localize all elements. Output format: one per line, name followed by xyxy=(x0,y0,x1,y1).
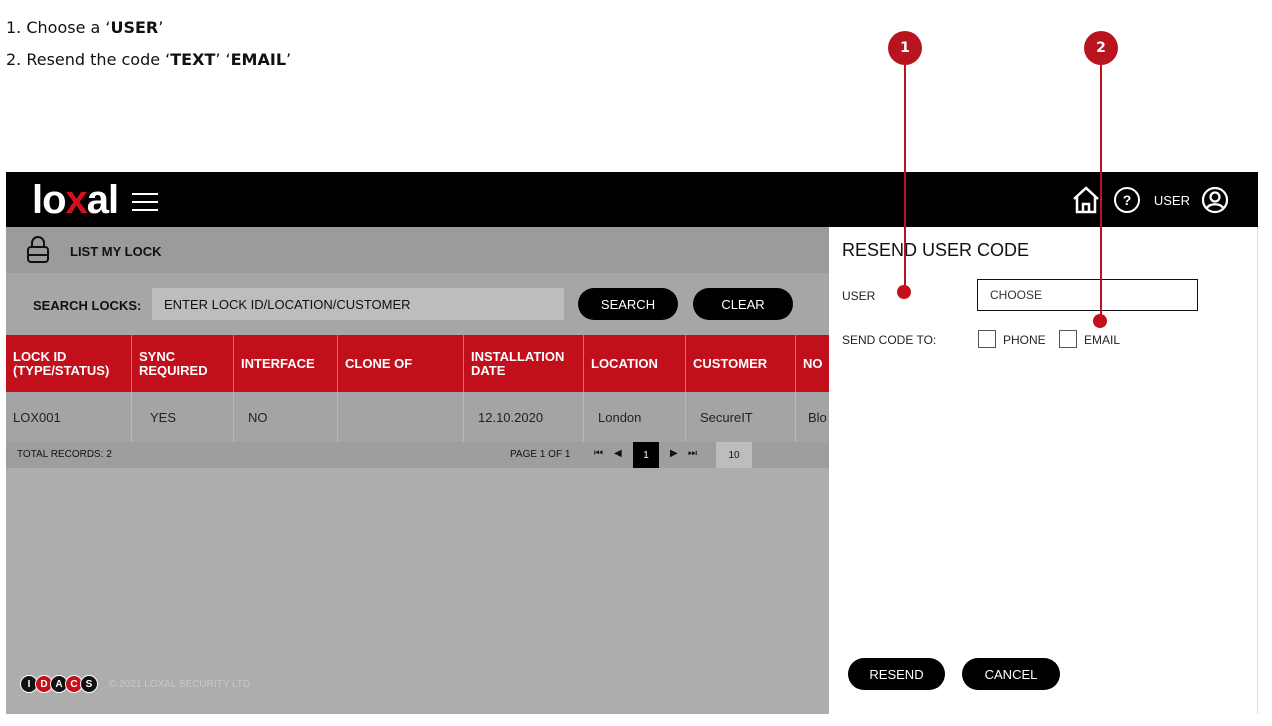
cancel-button[interactable]: CANCEL xyxy=(962,658,1060,690)
cell-notes: Blo xyxy=(808,409,827,425)
user-icon[interactable] xyxy=(1200,185,1230,215)
user-select[interactable] xyxy=(977,279,1198,311)
cell-clone-of xyxy=(338,392,464,442)
top-bar: loxal ? USER xyxy=(6,172,1258,227)
page-of: PAGE 1 OF 1 xyxy=(510,449,571,460)
cell-interface: NO xyxy=(234,392,338,442)
last-page-icon[interactable]: ⏭ xyxy=(688,448,697,459)
home-icon[interactable] xyxy=(1070,184,1102,216)
footer: I D A C S © 2021 LOXAL SECURITY LTD xyxy=(20,675,250,693)
column-installation-date[interactable]: INSTALLATION DATE xyxy=(464,335,584,392)
svg-text:?: ? xyxy=(1123,192,1132,208)
lock-icon xyxy=(27,236,49,263)
instruction-1: 1. Choose a ‘USER’ xyxy=(6,18,164,37)
column-notes[interactable]: NO xyxy=(796,335,829,392)
current-page[interactable]: 1 xyxy=(633,442,659,468)
search-button[interactable]: SEARCH xyxy=(578,288,678,320)
app-window: loxal ? USER LIST MY LOCK SEARCH LOCKS: … xyxy=(6,172,1258,714)
cell-lock-id: LOX001 xyxy=(6,392,132,442)
column-location[interactable]: LOCATION xyxy=(584,335,686,392)
column-lock-id[interactable]: LOCK ID (TYPE/STATUS) xyxy=(6,335,132,392)
help-icon[interactable]: ? xyxy=(1112,185,1142,215)
callout-line-1 xyxy=(904,64,906,292)
prev-page-icon[interactable]: ◀ xyxy=(614,448,622,459)
send-code-label: SEND CODE TO: xyxy=(842,333,937,347)
list-title: LIST MY LOCK xyxy=(70,244,162,259)
callout-line-2 xyxy=(1100,64,1102,319)
search-label: SEARCH LOCKS: xyxy=(33,298,142,313)
callout-marker-1: 1 xyxy=(888,31,922,65)
table-header: LOCK ID (TYPE/STATUS) SYNC REQUIRED INTE… xyxy=(6,335,829,392)
page-size[interactable]: 10 xyxy=(716,442,752,468)
top-icons: ? USER xyxy=(1070,184,1230,216)
menu-icon[interactable] xyxy=(132,193,158,211)
first-page-icon[interactable]: ⏮ xyxy=(594,448,603,459)
instruction-2: 2. Resend the code ‘TEXT’ ‘EMAIL’ xyxy=(6,50,292,69)
resend-code-panel: RESEND USER CODE USER SEND CODE TO: PHON… xyxy=(829,227,1258,714)
resend-button[interactable]: RESEND xyxy=(848,658,945,690)
callout-dot-2 xyxy=(1093,314,1107,328)
copyright: © 2021 LOXAL SECURITY LTD xyxy=(109,678,251,690)
email-label: EMAIL xyxy=(1084,333,1121,347)
lock-list-area: LIST MY LOCK SEARCH LOCKS: SEARCH CLEAR … xyxy=(6,227,829,714)
cell-customer: SecureIT xyxy=(686,392,796,442)
column-customer[interactable]: CUSTOMER xyxy=(686,335,796,392)
cell-location: London xyxy=(584,392,686,442)
column-sync-required[interactable]: SYNC REQUIRED xyxy=(132,335,234,392)
total-records: TOTAL RECORDS: 2 xyxy=(17,449,112,460)
idacs-logo: I D A C S xyxy=(20,675,98,693)
phone-checkbox[interactable] xyxy=(978,330,996,348)
column-interface[interactable]: INTERFACE xyxy=(234,335,338,392)
search-row: SEARCH LOCKS: SEARCH CLEAR xyxy=(6,273,829,335)
callout-dot-1 xyxy=(897,285,911,299)
cell-sync-required: YES xyxy=(132,392,234,442)
clear-button[interactable]: CLEAR xyxy=(693,288,793,320)
cell-installation-date: 12.10.2020 xyxy=(464,392,584,442)
panel-title: RESEND USER CODE xyxy=(842,240,1030,260)
instructions: 1. Choose a ‘USER’ 2. Resend the code ‘T… xyxy=(6,14,291,78)
pager: TOTAL RECORDS: 2 PAGE 1 OF 1 ⏮ ◀ 1 ▶ ⏭ 1… xyxy=(6,442,829,468)
phone-label: PHONE xyxy=(1003,333,1046,347)
user-field-label: USER xyxy=(842,289,876,303)
email-checkbox[interactable] xyxy=(1059,330,1077,348)
search-input[interactable] xyxy=(152,288,564,320)
column-clone-of[interactable]: CLONE OF xyxy=(338,335,464,392)
next-page-icon[interactable]: ▶ xyxy=(670,448,678,459)
loxal-logo[interactable]: loxal xyxy=(32,178,119,223)
user-label[interactable]: USER xyxy=(1154,193,1190,208)
callout-marker-2: 2 xyxy=(1084,31,1118,65)
table-row[interactable]: LOX001 YES NO 12.10.2020 London SecureIT… xyxy=(6,392,829,442)
list-header: LIST MY LOCK xyxy=(6,227,829,273)
